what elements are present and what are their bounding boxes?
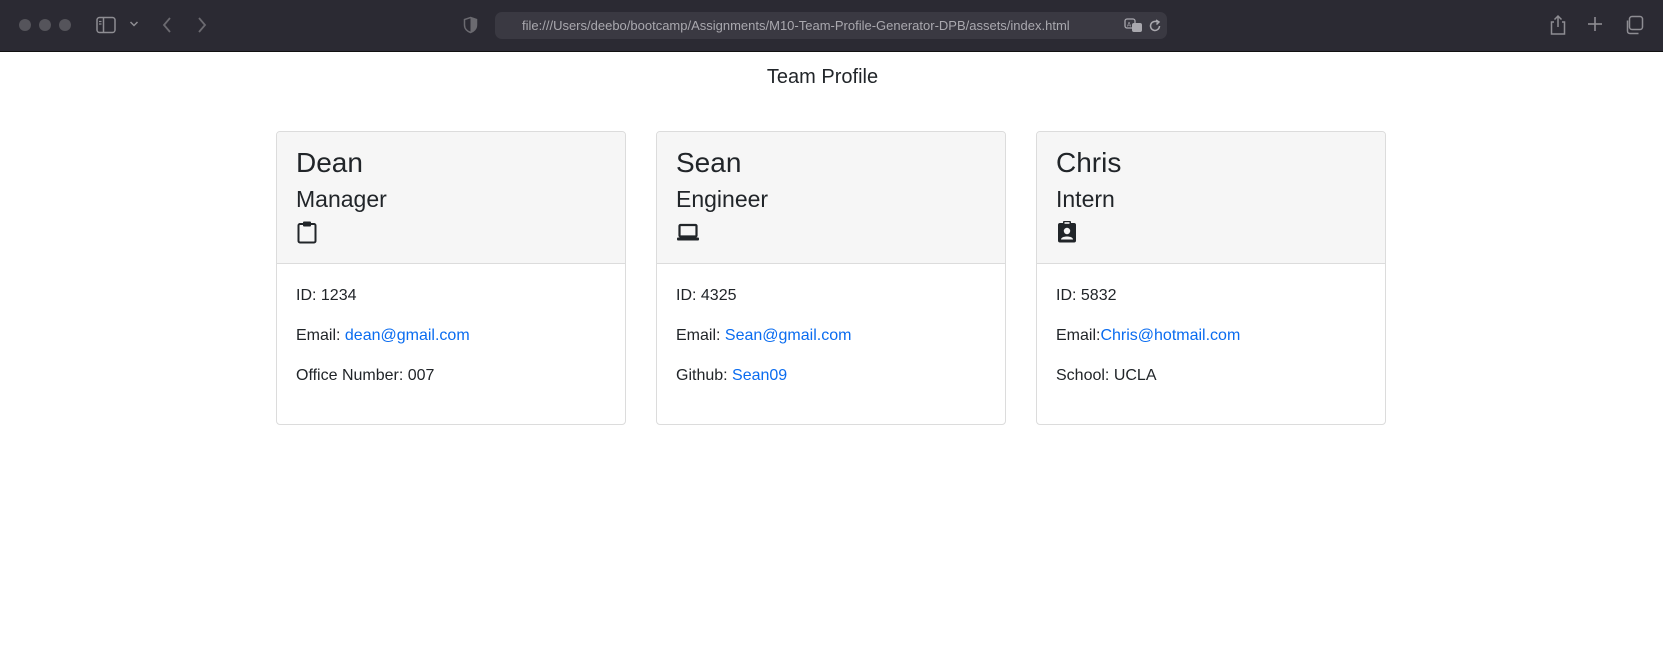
privacy-shield-icon[interactable] <box>463 16 478 34</box>
url-text: file:///Users/deebo/bootcamp/Assignments… <box>522 18 1070 33</box>
address-bar[interactable]: file:///Users/deebo/bootcamp/Assignments… <box>495 12 1167 39</box>
employee-role: Intern <box>1056 186 1115 212</box>
card-body: ID: 5832 Email:Chris@hotmail.com School:… <box>1037 264 1385 406</box>
email-link[interactable]: Chris@hotmail.com <box>1100 327 1240 344</box>
close-window-button[interactable] <box>19 19 31 31</box>
card-body: ID: 4325 Email: Sean@gmail.com Github: S… <box>657 264 1005 406</box>
reload-icon[interactable] <box>1148 19 1162 33</box>
employee-name: Dean <box>296 147 363 178</box>
sidebar-toggle-icon[interactable] <box>96 16 116 34</box>
zoom-window-button[interactable] <box>59 19 71 31</box>
forward-icon[interactable] <box>196 16 208 34</box>
github-row: Github: Sean09 <box>676 366 1005 406</box>
school: School: UCLA <box>1056 367 1157 384</box>
github-label: Github: <box>676 367 733 384</box>
employee-id: ID: 1234 <box>296 287 357 304</box>
id-badge-icon <box>1056 220 1080 244</box>
employee-card-intern: Chris Intern ID: 5832 Email:Chris@hotmai… <box>1036 131 1386 425</box>
tab-overview-icon[interactable] <box>1624 15 1644 35</box>
employee-card-engineer: Sean Engineer ID: 4325 Email: Sean@gmail… <box>656 131 1006 425</box>
employee-name: Chris <box>1056 147 1122 178</box>
card-header: Dean Manager <box>277 132 625 264</box>
employee-id: ID: 4325 <box>676 287 737 304</box>
minimize-window-button[interactable] <box>39 19 51 31</box>
office-number: Office Number: 007 <box>296 367 435 384</box>
clipboard-icon <box>296 220 320 244</box>
employee-email-row: Email:Chris@hotmail.com <box>1056 326 1385 366</box>
employee-card-manager: Dean Manager ID: 1234 Email: dean@gmail.… <box>276 131 626 425</box>
employee-email-row: Email: Sean@gmail.com <box>676 326 1005 366</box>
employee-name: Sean <box>676 147 742 178</box>
translate-icon[interactable]: A <box>1124 18 1144 33</box>
back-icon[interactable] <box>161 16 173 34</box>
card-header: Sean Engineer <box>657 132 1005 264</box>
page-title: Team Profile <box>766 66 879 88</box>
new-tab-icon[interactable] <box>1586 15 1604 33</box>
email-link[interactable]: dean@gmail.com <box>345 327 470 344</box>
employee-role: Manager <box>296 186 387 212</box>
employee-email-row: Email: dean@gmail.com <box>296 326 625 366</box>
card-body: ID: 1234 Email: dean@gmail.com Office Nu… <box>277 264 625 406</box>
employee-role: Engineer <box>676 186 769 212</box>
email-label: Email: <box>676 327 725 344</box>
card-header: Chris Intern <box>1037 132 1385 264</box>
email-label: Email: <box>1056 327 1101 344</box>
employee-id: ID: 5832 <box>1056 287 1117 304</box>
github-link[interactable]: Sean09 <box>732 367 787 384</box>
laptop-icon <box>676 220 700 244</box>
share-icon[interactable] <box>1549 14 1567 36</box>
chevron-down-icon[interactable] <box>129 20 139 28</box>
email-link[interactable]: Sean@gmail.com <box>725 327 852 344</box>
email-label: Email: <box>296 327 345 344</box>
browser-toolbar: file:///Users/deebo/bootcamp/Assignments… <box>0 0 1663 52</box>
